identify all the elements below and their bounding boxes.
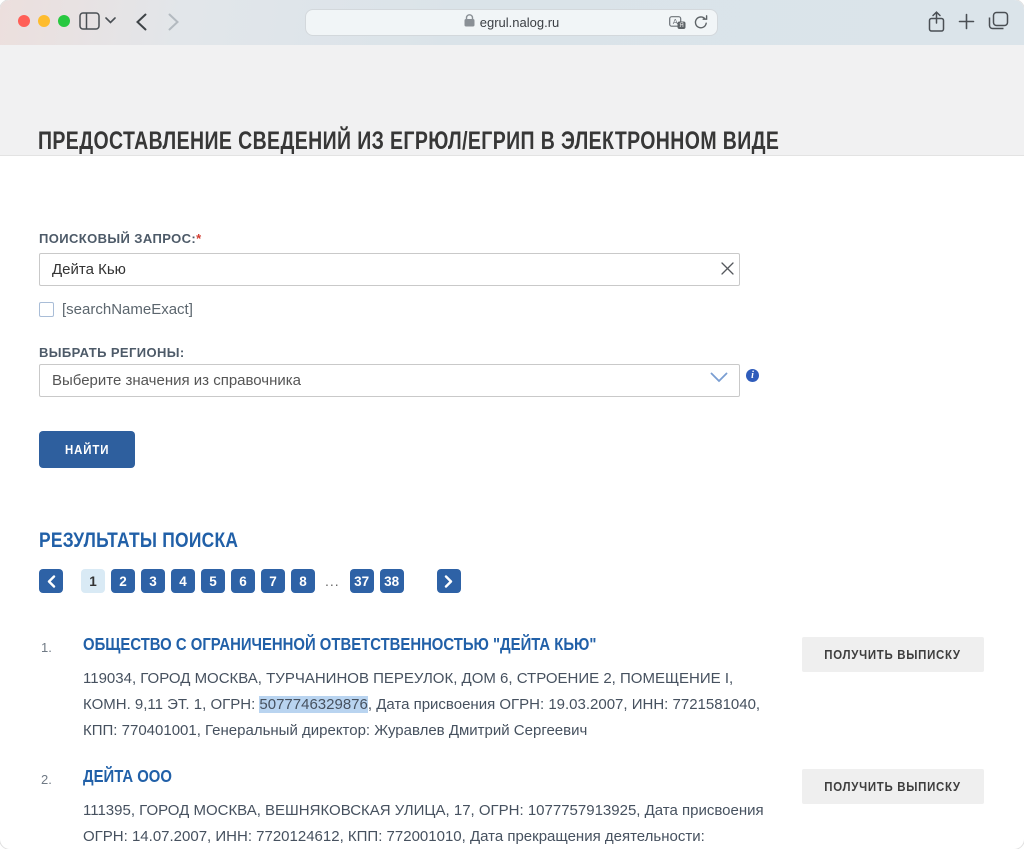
result-title-link[interactable]: ДЕЙТА ООО (83, 766, 172, 787)
result-number: 2. (41, 772, 52, 787)
pagination: 1 2 3 4 5 6 7 8 ... 37 38 (39, 569, 461, 593)
result-number: 1. (41, 640, 52, 655)
minimize-window-button[interactable] (38, 15, 50, 27)
result-details: 119034, ГОРОД МОСКВА, ТУРЧАНИНОВ ПЕРЕУЛО… (83, 666, 777, 744)
pagination-page-5[interactable]: 5 (201, 569, 225, 593)
pagination-page-6[interactable]: 6 (231, 569, 255, 593)
tab-overview-icon[interactable] (988, 11, 1009, 31)
share-icon[interactable] (928, 11, 945, 33)
new-tab-icon[interactable] (958, 13, 975, 30)
pagination-page-8[interactable]: 8 (291, 569, 315, 593)
pagination-page-2[interactable]: 2 (111, 569, 135, 593)
url-text: egrul.nalog.ru (480, 15, 560, 30)
pagination-ellipsis: ... (325, 573, 340, 589)
regions-select-placeholder: Выберите значения из справочника (52, 372, 301, 389)
reload-icon[interactable] (694, 15, 708, 30)
required-asterisk: * (196, 231, 201, 246)
search-query-label: ПОИСКОВЫЙ ЗАПРОС:* (39, 231, 202, 246)
exact-name-checkbox-label[interactable]: [searchNameExact] (62, 301, 193, 318)
address-bar[interactable]: egrul.nalog.ru A Я (305, 9, 718, 36)
browser-window: egrul.nalog.ru A Я (0, 0, 1024, 849)
browser-toolbar: egrul.nalog.ru A Я (0, 0, 1024, 46)
close-window-button[interactable] (18, 15, 30, 27)
pagination-page-4[interactable]: 4 (171, 569, 195, 593)
svg-text:A: A (673, 17, 678, 26)
highlighted-ogrn: 5077746329876 (259, 696, 367, 713)
page-title: ПРЕДОСТАВЛЕНИЕ СВЕДЕНИЙ ИЗ ЕГРЮЛ/ЕГРИП В… (38, 127, 779, 156)
result-details: 111395, ГОРОД МОСКВА, ВЕШНЯКОВСКАЯ УЛИЦА… (83, 798, 777, 849)
lock-icon (464, 14, 475, 32)
chevron-down-icon[interactable] (105, 17, 116, 24)
exact-name-checkbox[interactable] (39, 302, 54, 317)
search-submit-button[interactable]: НАЙТИ (39, 431, 135, 468)
forward-icon[interactable] (168, 13, 179, 31)
pagination-prev-button[interactable] (39, 569, 63, 593)
svg-text:Я: Я (679, 23, 683, 29)
search-input[interactable] (39, 253, 740, 286)
pagination-page-37[interactable]: 37 (350, 569, 374, 593)
pagination-next-button[interactable] (437, 569, 461, 593)
select-chevron-down-icon[interactable] (710, 370, 728, 388)
zoom-window-button[interactable] (58, 15, 70, 27)
pagination-page-1[interactable]: 1 (81, 569, 105, 593)
page-header: ПРЕДОСТАВЛЕНИЕ СВЕДЕНИЙ ИЗ ЕГРЮЛ/ЕГРИП В… (0, 45, 1024, 156)
pagination-page-3[interactable]: 3 (141, 569, 165, 593)
regions-select[interactable]: Выберите значения из справочника (39, 364, 740, 397)
get-statement-button[interactable]: ПОЛУЧИТЬ ВЫПИСКУ (802, 637, 984, 672)
results-heading: РЕЗУЛЬТАТЫ ПОИСКА (39, 529, 238, 553)
info-icon[interactable]: i (746, 369, 759, 382)
translate-icon[interactable]: A Я (669, 16, 686, 30)
pagination-page-38[interactable]: 38 (380, 569, 404, 593)
regions-label: ВЫБРАТЬ РЕГИОНЫ: (39, 345, 185, 360)
back-icon[interactable] (136, 13, 147, 31)
result-title-link[interactable]: ОБЩЕСТВО С ОГРАНИЧЕННОЙ ОТВЕТСТВЕННОСТЬЮ… (83, 634, 596, 655)
clear-input-icon[interactable] (717, 260, 737, 280)
get-statement-button[interactable]: ПОЛУЧИТЬ ВЫПИСКУ (802, 769, 984, 804)
sidebar-icon[interactable] (79, 12, 100, 30)
pagination-page-7[interactable]: 7 (261, 569, 285, 593)
